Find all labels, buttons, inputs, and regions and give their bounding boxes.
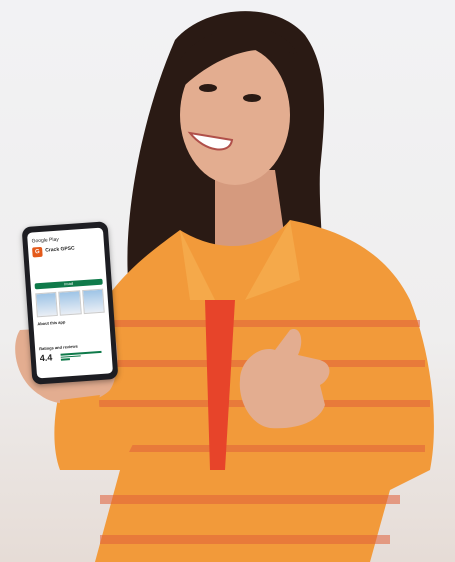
phone: Google Play G Crack GPSC Install About t… — [21, 221, 119, 385]
install-button[interactable]: Install — [34, 278, 103, 290]
phone-screen: Google Play G Crack GPSC Install About t… — [27, 227, 113, 379]
right-eye — [243, 94, 261, 102]
about-heading: About this app — [37, 319, 66, 327]
app-name: Crack GPSC — [45, 245, 75, 254]
left-eye — [199, 84, 217, 92]
rating-bars — [60, 350, 105, 362]
screenshots-strip — [35, 288, 105, 318]
app-icon: G — [32, 246, 43, 258]
store-header: Google Play — [31, 236, 60, 245]
